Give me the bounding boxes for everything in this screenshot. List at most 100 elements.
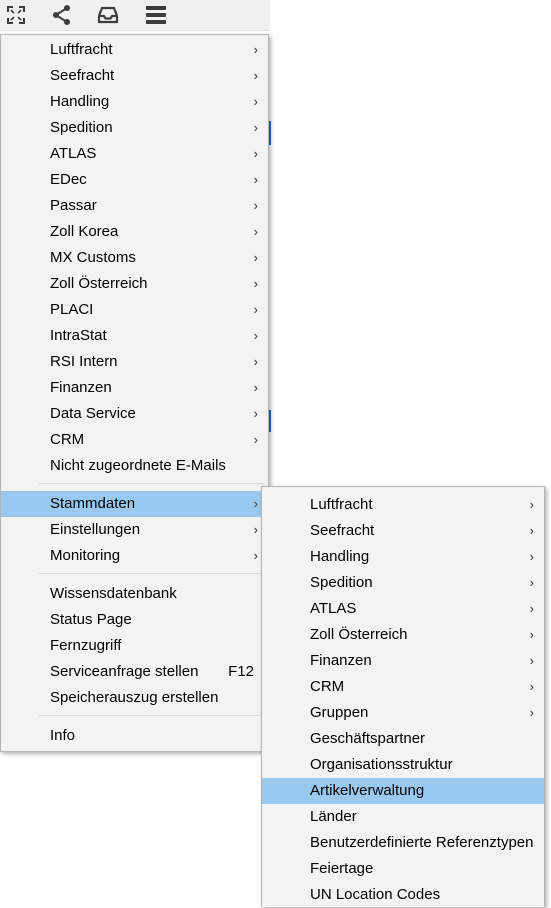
menu-item-edec[interactable]: EDec › [1,167,268,193]
menu-item-label: Benutzerdefinierte Referenztypen [310,834,534,851]
menu-item-label: Seefracht [50,67,115,84]
menu-item-luftfracht[interactable]: Luftfracht › [1,37,268,63]
share-icon[interactable] [50,3,74,27]
submenu-item-geschaeftspartner[interactable]: Geschäftspartner [262,726,544,752]
menu-item-label: Data Service [50,405,136,422]
chevron-right-icon: › [253,380,258,395]
toolbar [0,0,270,31]
menu-item-atlas[interactable]: ATLAS › [1,141,268,167]
submenu-item-artikelverwaltung[interactable]: Artikelverwaltung [262,778,544,804]
chevron-right-icon: › [253,328,258,343]
chevron-right-icon: › [253,548,258,563]
menu-item-label: Serviceanfrage stellen [50,663,199,680]
menu-item-label: Organisationsstruktur [310,756,453,773]
submenu-item-atlas[interactable]: ATLAS › [262,596,544,622]
menu-item-seefracht[interactable]: Seefracht › [1,63,268,89]
expand-icon[interactable] [4,3,28,27]
menu-item-label: ATLAS [50,145,97,162]
submenu-item-feiertage[interactable]: Feiertage [262,856,544,882]
chevron-right-icon: › [529,705,534,720]
inbox-icon[interactable] [96,3,120,27]
main-context-menu: Luftfracht › Seefracht › Handling › Spedition ›… [0,34,269,752]
menu-item-label: Geschäftspartner [310,730,426,747]
menu-item-data-service[interactable]: Data Service › [1,401,268,427]
menu-item-label: Artikelverwaltung [310,782,425,799]
chevron-right-icon: › [253,354,258,369]
menu-item-finanzen[interactable]: Finanzen › [1,375,268,401]
menu-item-mx-customs[interactable]: MX Customs › [1,245,268,271]
menu-item-label: MX Customs [50,249,136,266]
menu-item-label: Handling [310,548,370,565]
chevron-right-icon: › [529,601,534,616]
chevron-right-icon: › [253,172,258,187]
submenu-item-zoll-oesterreich[interactable]: Zoll Österreich › [262,622,544,648]
menu-item-rsi-intern[interactable]: RSI Intern › [1,349,268,375]
submenu-item-handling[interactable]: Handling › [262,544,544,570]
chevron-right-icon: › [253,94,258,109]
menu-item-label: Einstellungen [50,521,141,538]
submenu-item-spedition[interactable]: Spedition › [262,570,544,596]
menu-item-label: Zoll Österreich [310,626,408,643]
menu-item-label: Fernzugriff [50,637,122,654]
chevron-right-icon: › [529,549,534,564]
menu-item-stammdaten[interactable]: Stammdaten › [1,491,268,517]
menu-item-label: PLACI [50,301,94,318]
menu-item-label: UN Location Codes [310,886,441,903]
stammdaten-submenu: Luftfracht › Seefracht › Handling › Spedition ›… [261,486,545,907]
chevron-right-icon: › [253,42,258,57]
submenu-item-finanzen[interactable]: Finanzen › [262,648,544,674]
submenu-item-crm[interactable]: CRM › [262,674,544,700]
menu-item-monitoring[interactable]: Monitoring › [1,543,268,569]
menu-item-wissensdatenbank[interactable]: Wissensdatenbank [1,581,268,607]
submenu-item-seefracht[interactable]: Seefracht › [262,518,544,544]
menu-item-zoll-korea[interactable]: Zoll Korea › [1,219,268,245]
menu-item-label: Gruppen [310,704,369,721]
menu-item-label: Wissensdatenbank [50,585,177,602]
menu-item-label: Feiertage [310,860,374,877]
submenu-item-gruppen[interactable]: Gruppen › [262,700,544,726]
menu-item-label: Finanzen [310,652,372,669]
menu-item-label: IntraStat [50,327,107,344]
menu-item-label: Speicherauszug erstellen [50,689,219,706]
menu-item-label: Nicht zugeordnete E-Mails [50,457,226,474]
menu-item-status-page[interactable]: Status Page [1,607,268,633]
chevron-right-icon: › [253,250,258,265]
menu-item-zoll-oesterreich[interactable]: Zoll Österreich › [1,271,268,297]
menu-item-label: Passar [50,197,97,214]
chevron-right-icon: › [253,432,258,447]
submenu-item-un-location-codes[interactable]: UN Location Codes [262,882,544,908]
menu-item-crm[interactable]: CRM › [1,427,268,453]
menu-item-intrastat[interactable]: IntraStat › [1,323,268,349]
submenu-item-organisationsstruktur[interactable]: Organisationsstruktur [262,752,544,778]
chevron-right-icon: › [529,627,534,642]
menu-item-placi[interactable]: PLACI › [1,297,268,323]
menu-item-label: Finanzen [50,379,112,396]
menu-item-label: Spedition [310,574,373,591]
menu-item-speicherauszug-erstellen[interactable]: Speicherauszug erstellen [1,685,268,711]
chevron-right-icon: › [253,198,258,213]
menu-item-passar[interactable]: Passar › [1,193,268,219]
menu-item-handling[interactable]: Handling › [1,89,268,115]
menu-item-info[interactable]: Info [1,723,268,749]
menu-item-serviceanfrage-stellen[interactable]: Serviceanfrage stellen F12 [1,659,268,685]
chevron-right-icon: › [529,575,534,590]
menu-item-label: Zoll Korea [50,223,119,240]
menu-item-label: RSI Intern [50,353,118,370]
chevron-right-icon: › [253,120,258,135]
menu-item-nicht-zugeordnete-e-mails[interactable]: Nicht zugeordnete E-Mails [1,453,268,479]
menu-item-einstellungen[interactable]: Einstellungen › [1,517,268,543]
menu-item-label: Stammdaten [50,495,136,512]
submenu-item-luftfracht[interactable]: Luftfracht › [262,492,544,518]
menu-item-label: Handling [50,93,110,110]
menu-item-label: Luftfracht [50,41,113,58]
chevron-right-icon: › [253,68,258,83]
submenu-item-laender[interactable]: Länder [262,804,544,830]
menu-item-fernzugriff[interactable]: Fernzugriff [1,633,268,659]
menu-item-spedition[interactable]: Spedition › [1,115,268,141]
chevron-right-icon: › [253,146,258,161]
submenu-item-benutzerdefinierte-referenztypen[interactable]: Benutzerdefinierte Referenztypen [262,830,544,856]
hamburger-icon[interactable] [144,3,168,27]
chevron-right-icon: › [253,302,258,317]
menu-item-label: Monitoring [50,547,121,564]
menu-separator [39,483,264,484]
